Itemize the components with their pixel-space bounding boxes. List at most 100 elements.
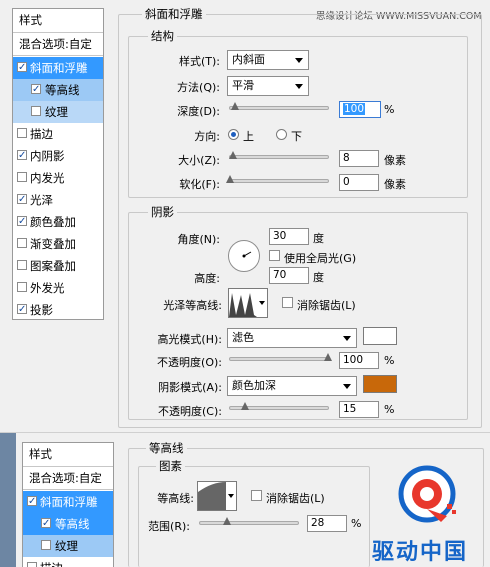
depth-slider[interactable] xyxy=(229,102,329,110)
style-item-stroke[interactable]: 描边 xyxy=(13,123,103,145)
style-item-label: 光泽 xyxy=(30,193,53,207)
direction-down-radio[interactable] xyxy=(276,129,287,140)
stroke-checkbox[interactable] xyxy=(17,128,27,138)
contour-picker[interactable] xyxy=(197,481,237,511)
style-item-contour[interactable]: 等高线 xyxy=(23,513,113,535)
angle-input[interactable]: 30 xyxy=(269,228,309,245)
style-item-contour[interactable]: 等高线 xyxy=(13,79,103,101)
inner-glow-checkbox[interactable] xyxy=(17,172,27,182)
gloss-contour-picker[interactable] xyxy=(228,288,268,318)
inner-shadow-checkbox[interactable] xyxy=(17,145,27,167)
pattern-overlay-checkbox[interactable] xyxy=(17,260,27,270)
chevron-down-icon xyxy=(343,384,351,389)
bevel-checkbox[interactable] xyxy=(27,491,37,513)
style-item-color-overlay[interactable]: 颜色叠加 xyxy=(13,211,103,233)
brand-logo-text: 驱动中国 xyxy=(372,540,469,565)
style-list-header[interactable]: 样式 xyxy=(13,9,103,31)
direction-label: 方向: xyxy=(194,130,220,143)
contour-antialias-checkbox[interactable] xyxy=(251,490,262,501)
blend-options-item[interactable]: 混合选项:自定 xyxy=(23,467,113,489)
style-item-label: 纹理 xyxy=(45,105,68,119)
style-select-value: 内斜面 xyxy=(232,53,265,66)
style-item-label: 等高线 xyxy=(45,83,80,97)
satin-checkbox[interactable] xyxy=(17,189,27,211)
size-input[interactable]: 8 xyxy=(339,150,379,167)
blend-options-item[interactable]: 混合选项:自定 xyxy=(13,33,103,55)
style-item-label: 图案叠加 xyxy=(30,259,76,273)
style-item-label: 内阴影 xyxy=(30,149,65,163)
style-item-bevel[interactable]: 斜面和浮雕 xyxy=(13,57,103,79)
style-item-label: 外发光 xyxy=(30,281,65,295)
depth-input[interactable]: 100 xyxy=(339,101,381,118)
style-item-bevel[interactable]: 斜面和浮雕 xyxy=(23,491,113,513)
style-item-inner-shadow[interactable]: 内阴影 xyxy=(13,145,103,167)
size-slider-thumb[interactable] xyxy=(228,151,238,160)
style-item-drop-shadow[interactable]: 投影 xyxy=(13,299,103,321)
depth-slider-thumb[interactable] xyxy=(230,102,240,111)
contour-preview-icon xyxy=(198,482,226,510)
gradient-overlay-checkbox[interactable] xyxy=(17,238,27,248)
style-list: 样式 混合选项:自定 斜面和浮雕 等高线 纹理 描边 内阴影 内发光 光泽 颜色… xyxy=(12,8,104,321)
texture-checkbox[interactable] xyxy=(41,540,51,550)
style-item-pattern-overlay[interactable]: 图案叠加 xyxy=(13,255,103,277)
size-label: 大小(Z): xyxy=(178,154,220,167)
range-slider[interactable] xyxy=(199,517,299,525)
chevron-down-icon xyxy=(295,58,303,63)
angle-label: 角度(N): xyxy=(177,233,220,246)
range-input[interactable]: 28 xyxy=(307,515,347,532)
style-item-texture[interactable]: 纹理 xyxy=(23,535,113,557)
global-light-checkbox[interactable] xyxy=(269,250,280,261)
highlight-opacity-label: 不透明度(O): xyxy=(157,356,222,369)
bevel-section-title: 斜面和浮雕 xyxy=(142,6,206,22)
contour-checkbox[interactable] xyxy=(31,79,41,101)
soften-slider-thumb[interactable] xyxy=(226,175,235,184)
depth-unit: % xyxy=(384,103,395,116)
gloss-antialias-checkbox[interactable] xyxy=(282,297,293,308)
shadow-mode-label: 阴影模式(A): xyxy=(158,381,222,394)
highlight-color-swatch[interactable] xyxy=(363,327,397,345)
drop-shadow-checkbox[interactable] xyxy=(17,299,27,321)
gloss-contour-preview-icon xyxy=(229,293,257,317)
highlight-opacity-slider[interactable] xyxy=(229,353,332,361)
soften-slider[interactable] xyxy=(226,175,329,183)
shadow-opacity-thumb[interactable] xyxy=(240,402,250,411)
contour-label: 等高线: xyxy=(157,492,194,505)
range-label: 范围(R): xyxy=(148,520,190,533)
texture-checkbox[interactable] xyxy=(31,106,41,116)
shadow-mode-value: 颜色加深 xyxy=(232,379,276,392)
style-item-gradient-overlay[interactable]: 渐变叠加 xyxy=(13,233,103,255)
style-item-label: 投影 xyxy=(30,303,53,317)
shadow-opacity-slider[interactable] xyxy=(229,402,329,410)
style-item-label: 渐变叠加 xyxy=(30,237,76,251)
style-item-satin[interactable]: 光泽 xyxy=(13,189,103,211)
highlight-mode-label: 高光模式(H): xyxy=(157,333,222,346)
soften-input[interactable]: 0 xyxy=(339,174,379,191)
bevel-checkbox[interactable] xyxy=(17,57,27,79)
angle-dial[interactable] xyxy=(228,240,260,272)
shadow-mode-select[interactable]: 颜色加深 xyxy=(227,376,357,396)
altitude-input[interactable]: 70 xyxy=(269,267,309,284)
direction-up-label: 上 xyxy=(243,130,254,143)
outer-glow-checkbox[interactable] xyxy=(17,282,27,292)
style-list-header[interactable]: 样式 xyxy=(23,443,113,465)
style-item-stroke[interactable]: 描边 xyxy=(23,557,113,567)
style-item-outer-glow[interactable]: 外发光 xyxy=(13,277,103,299)
brand-logo-icon xyxy=(398,465,456,523)
angle-dial-icon xyxy=(242,251,252,258)
stroke-checkbox[interactable] xyxy=(27,562,37,567)
range-unit: % xyxy=(351,517,362,530)
range-slider-thumb[interactable] xyxy=(223,517,232,526)
size-slider[interactable] xyxy=(228,151,329,159)
style-item-inner-glow[interactable]: 内发光 xyxy=(13,167,103,189)
style-select[interactable]: 内斜面 xyxy=(227,50,309,70)
highlight-mode-select[interactable]: 滤色 xyxy=(227,328,357,348)
shadow-color-swatch[interactable] xyxy=(363,375,397,393)
contour-checkbox[interactable] xyxy=(41,513,51,535)
direction-up-radio[interactable] xyxy=(228,129,239,140)
style-item-texture[interactable]: 纹理 xyxy=(13,101,103,123)
method-select[interactable]: 平滑 xyxy=(227,76,309,96)
highlight-opacity-thumb[interactable] xyxy=(324,353,333,362)
highlight-opacity-input[interactable]: 100 xyxy=(339,352,379,369)
color-overlay-checkbox[interactable] xyxy=(17,211,27,233)
shadow-opacity-input[interactable]: 15 xyxy=(339,401,379,418)
